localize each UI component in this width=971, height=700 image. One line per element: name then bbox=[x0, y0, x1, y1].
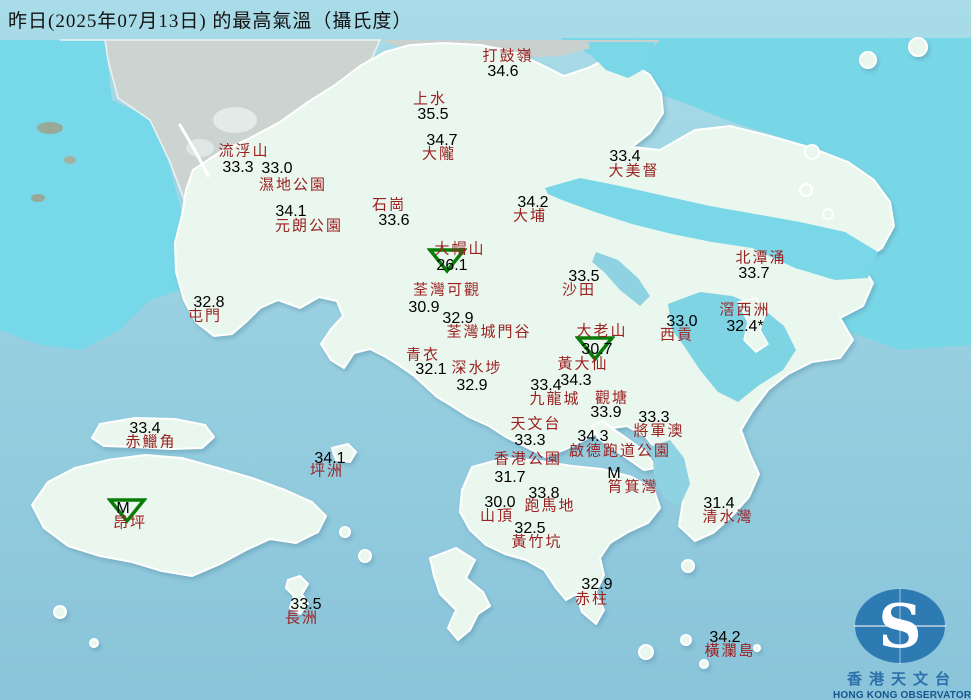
station-name: 沙田 bbox=[561, 282, 597, 299]
station-name: 西貢 bbox=[659, 327, 695, 344]
station-name: 荃灣城門谷 bbox=[446, 324, 532, 341]
station-name: 清水灣 bbox=[702, 509, 754, 526]
station-name: 大埔 bbox=[512, 208, 548, 225]
station-name: 跑馬地 bbox=[524, 498, 576, 515]
stations-layer: 34.6 打鼓嶺 35.5 上水 34.7 大隴 33.4 大美督 33.3 流浮山 33.0 濕地公… bbox=[0, 0, 971, 700]
station-value: 32.1 bbox=[415, 361, 447, 378]
station-name: 荃灣可觀 bbox=[412, 282, 482, 299]
station-value: 35.5 bbox=[417, 106, 449, 123]
station-name: 大帽山 bbox=[434, 241, 486, 258]
station-value: 31.7 bbox=[494, 469, 526, 486]
station-value: 33.9 bbox=[590, 404, 622, 421]
station-name: 昂坪 bbox=[112, 515, 148, 532]
station-name: 啟德跑道公園 bbox=[568, 443, 672, 460]
hko-logo-name-cn: 香港天文台 bbox=[846, 672, 957, 688]
station-name: 天文台 bbox=[510, 416, 562, 433]
station-name: 大隴 bbox=[421, 146, 457, 163]
station-name: 將軍澳 bbox=[633, 423, 685, 440]
station-name: 打鼓嶺 bbox=[482, 48, 534, 65]
svg-text:S: S bbox=[878, 592, 921, 662]
station-name: 橫瀾島 bbox=[704, 643, 756, 660]
station-name: 北潭涌 bbox=[735, 250, 787, 267]
hko-logo-name-en: HONG KONG OBSERVATORY bbox=[833, 690, 971, 700]
station-value: 33.3 bbox=[222, 159, 254, 176]
weather-map-screen: 昨日(2025年07月13日) 的最高氣溫（攝氏度） 34.6 打鼓嶺 35.5 上水… bbox=[0, 0, 971, 700]
station-name: 上水 bbox=[412, 91, 448, 108]
station-name: 九龍城 bbox=[529, 391, 581, 408]
station-value: 32.9 bbox=[456, 377, 488, 394]
station-name: 黃大仙 bbox=[557, 356, 609, 373]
station-value: 33.0 bbox=[261, 160, 293, 177]
station-name: 石崗 bbox=[371, 197, 407, 214]
station-name: 筲箕灣 bbox=[607, 479, 659, 496]
station-name: 深水埗 bbox=[451, 360, 503, 377]
station-value: 30.9 bbox=[408, 299, 440, 316]
station-name: 赤柱 bbox=[574, 591, 610, 608]
station-name: 濕地公園 bbox=[258, 177, 328, 194]
station-value: 32.4* bbox=[726, 318, 764, 335]
station-name: 長洲 bbox=[284, 610, 320, 627]
station-value: 33.3 bbox=[514, 432, 546, 449]
station-name: 滘西洲 bbox=[719, 302, 771, 319]
station-name: 觀塘 bbox=[594, 390, 630, 407]
station-value: 33.7 bbox=[738, 265, 770, 282]
station-name: 大美督 bbox=[608, 163, 660, 180]
station-value: 34.3 bbox=[560, 372, 592, 389]
station-name: 黃竹坑 bbox=[511, 534, 563, 551]
station-name: 元朗公園 bbox=[274, 218, 344, 235]
station-value: 33.6 bbox=[378, 212, 410, 229]
station-value: 26.1 bbox=[436, 257, 468, 274]
hko-logo: S 香港天文台 HONG KONG OBSERVATORY bbox=[833, 576, 971, 700]
station-value: 34.6 bbox=[487, 63, 519, 80]
station-name: 屯門 bbox=[187, 308, 223, 325]
station-name: 大老山 bbox=[576, 323, 628, 340]
station-name: 山頂 bbox=[479, 508, 515, 525]
station-name: 坪洲 bbox=[309, 463, 345, 480]
hko-logo-icon: S bbox=[854, 588, 946, 664]
station-name: 流浮山 bbox=[218, 143, 270, 160]
station-name: 青衣 bbox=[405, 347, 441, 364]
station-name: 赤鱲角 bbox=[125, 434, 177, 451]
station-name: 香港公園 bbox=[493, 451, 563, 468]
